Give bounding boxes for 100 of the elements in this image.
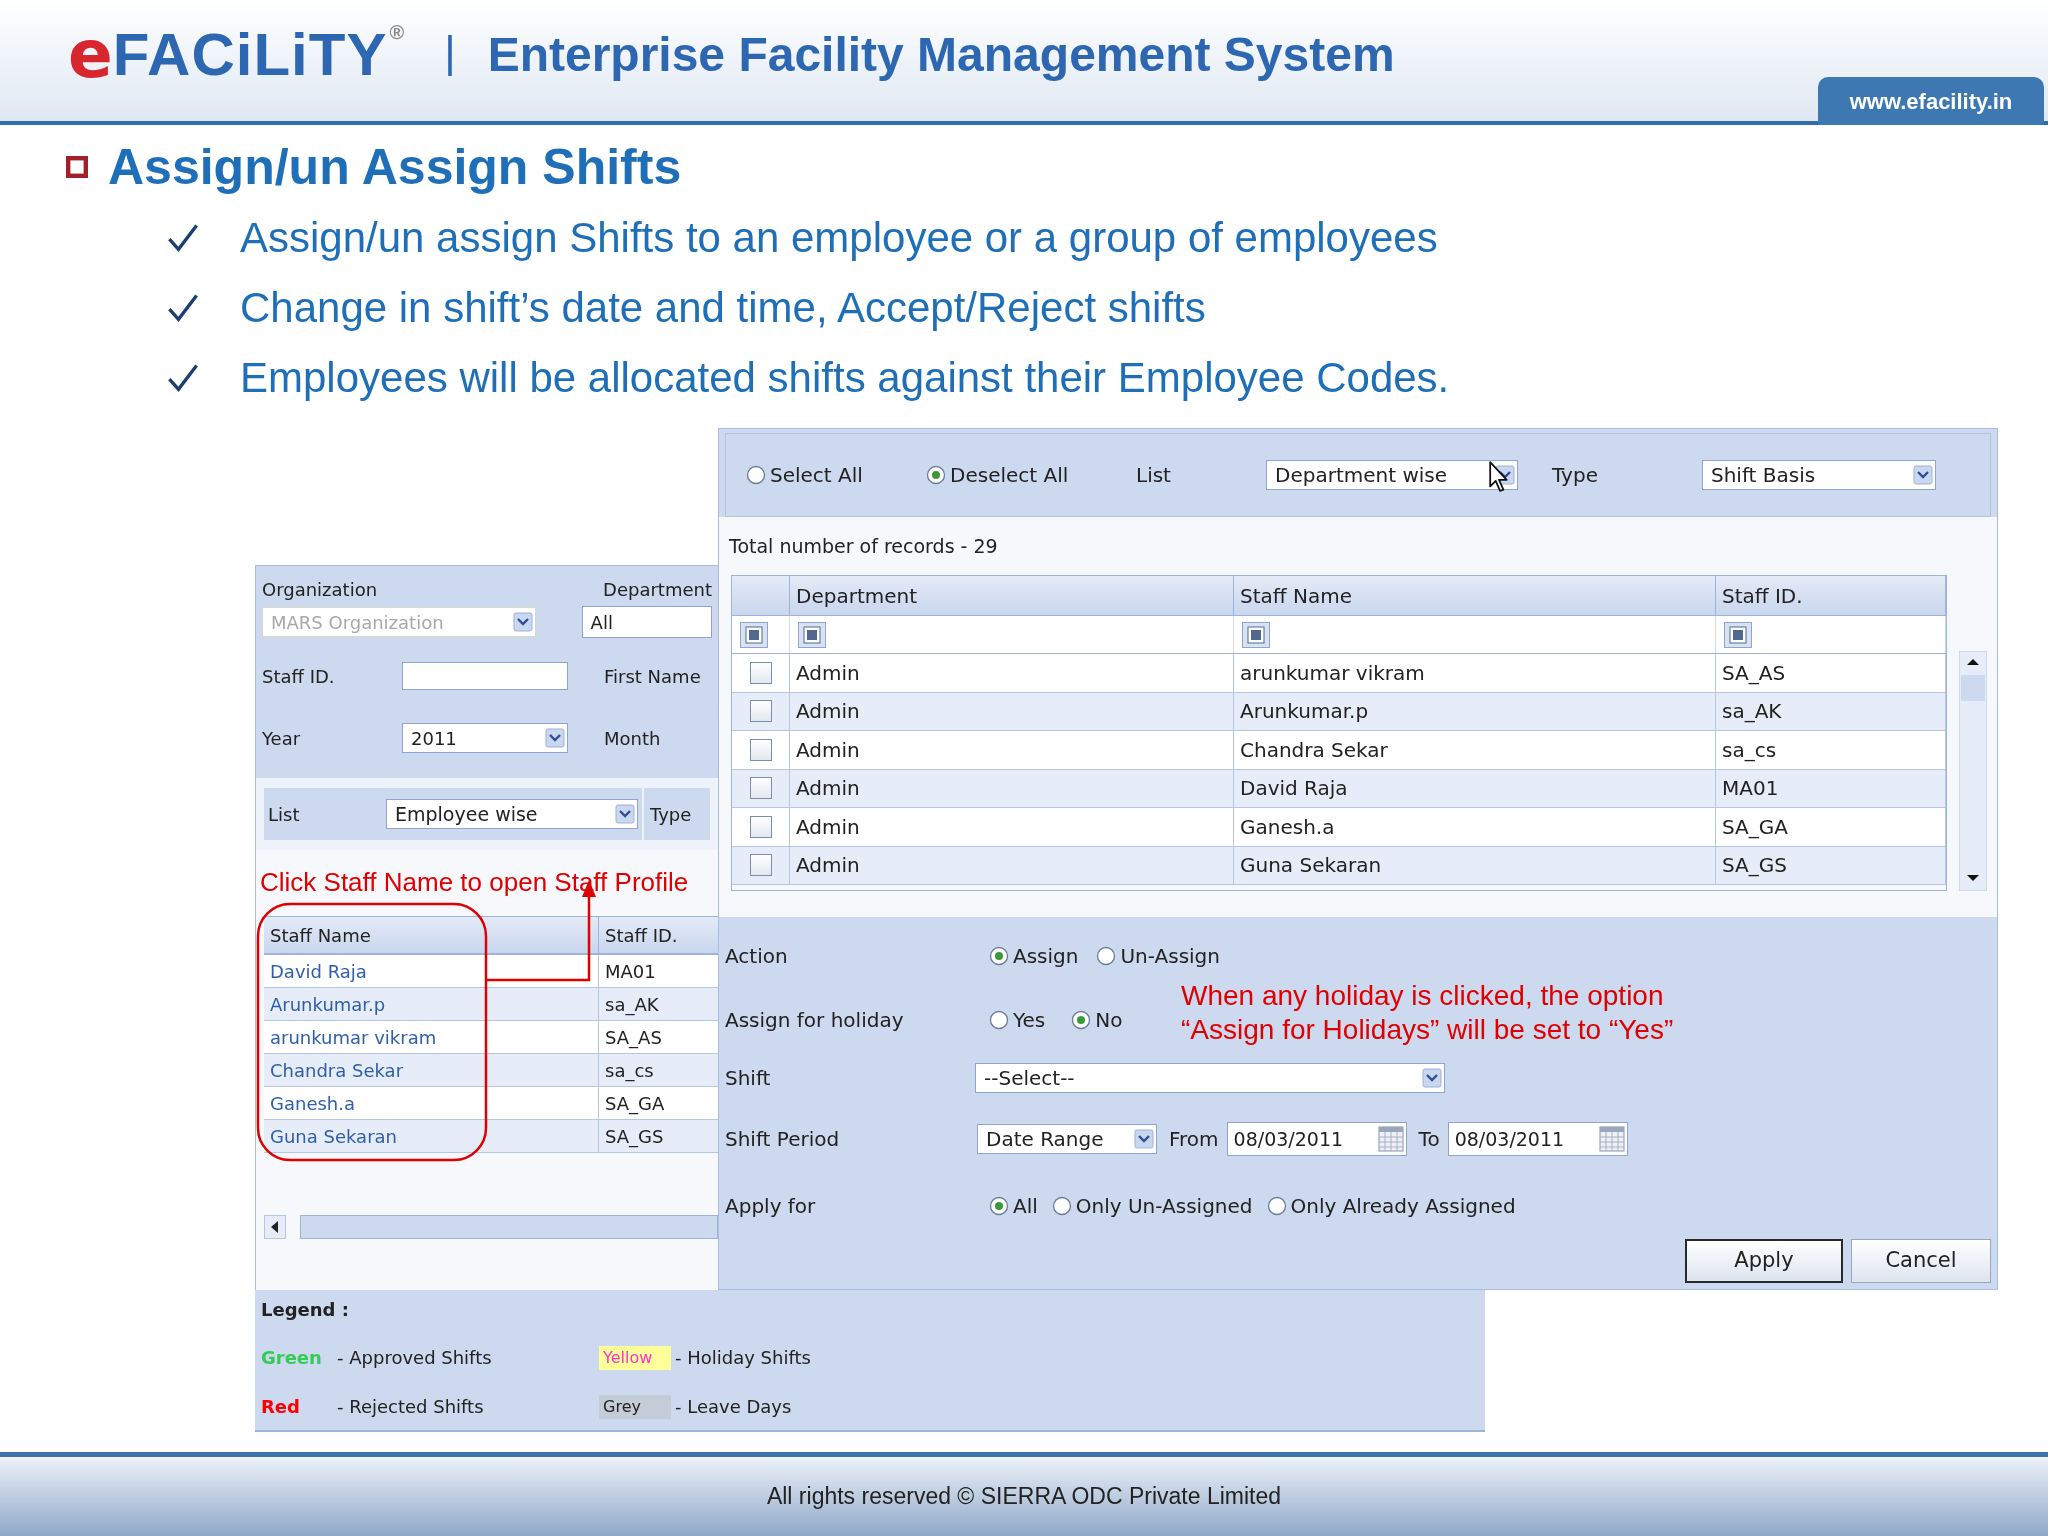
holiday-radio[interactable]: Yes xyxy=(989,1005,1046,1035)
field-label: To xyxy=(1418,1126,1440,1153)
list-select[interactable]: Department wise xyxy=(1266,460,1518,490)
row-checkbox[interactable] xyxy=(749,854,772,877)
table-cell: Admin xyxy=(790,731,1234,769)
date-field[interactable]: 08/03/2011 xyxy=(1226,1122,1407,1156)
column-header[interactable]: Staff ID. xyxy=(1716,576,1946,615)
header-divider: | xyxy=(444,26,456,78)
table-cell: SA_GA xyxy=(1716,808,1946,846)
table-cell: sa_AK xyxy=(1716,692,1946,730)
column-header[interactable]: Staff Name xyxy=(1234,576,1716,615)
apply-for-radio[interactable]: All xyxy=(989,1191,1038,1221)
field-label: From xyxy=(1169,1126,1219,1153)
annotation-text: When any holiday is clicked, the option xyxy=(1181,979,1665,1013)
table-cell: Admin xyxy=(790,846,1234,884)
table-cell: David Raja xyxy=(1234,769,1716,807)
action-radio[interactable]: Assign xyxy=(989,941,1079,971)
record-count: Total number of records - 29 xyxy=(728,533,999,559)
scroll-left-icon xyxy=(264,1215,286,1239)
apply-for-radio[interactable]: Only Already Assigned xyxy=(1266,1191,1516,1221)
field-label: Action xyxy=(725,943,789,970)
website-link[interactable]: www.efacility.in xyxy=(1818,77,2044,125)
list-select[interactable]: Employee wise xyxy=(386,799,638,829)
dropdown-caret-icon xyxy=(1422,1068,1442,1088)
field-label: Organization xyxy=(262,577,379,602)
select-radio[interactable]: Select All xyxy=(746,460,916,490)
row-checkbox[interactable] xyxy=(749,777,772,800)
field-label: Apply for xyxy=(725,1193,817,1220)
dropdown-caret-icon xyxy=(512,612,533,632)
radio-circle-icon[interactable] xyxy=(989,1010,1009,1030)
dropdown-caret-icon xyxy=(545,728,565,748)
legend-text: - Leave Days xyxy=(675,1395,792,1419)
horizontal-scrollbar[interactable] xyxy=(300,1215,718,1239)
radio-circle-icon[interactable] xyxy=(746,465,766,485)
table-cell: Guna Sekaran xyxy=(1234,846,1716,884)
filter-icon xyxy=(740,621,768,648)
table-cell: sa_cs xyxy=(1716,731,1946,769)
radio-circle-icon[interactable] xyxy=(989,946,1009,966)
bullet-text: Change in shift’s date and time, Accept/Reject shifts xyxy=(240,283,1206,333)
year-select[interactable]: 2011 xyxy=(402,723,568,753)
select-radio[interactable]: Deselect All xyxy=(926,460,1116,490)
table-cell-text: SA_AS xyxy=(604,1025,663,1051)
row-checkbox[interactable] xyxy=(749,815,772,838)
staff-name-link[interactable]: Arunkumar.p xyxy=(270,990,386,1018)
column-header[interactable]: Staff Name xyxy=(264,917,599,953)
radio-circle-icon[interactable] xyxy=(1051,1196,1072,1216)
date-field[interactable]: 08/03/2011 xyxy=(1447,1122,1628,1156)
period-select[interactable]: Date Range xyxy=(977,1124,1157,1154)
staff-id-field[interactable] xyxy=(402,662,568,690)
department-select[interactable]: All xyxy=(581,606,712,638)
table-cell: Chandra Sekar xyxy=(1234,731,1716,769)
legend-text: - Approved Shifts xyxy=(337,1346,492,1370)
dropdown-caret-icon xyxy=(1134,1129,1154,1149)
calendar-icon xyxy=(1377,1126,1404,1152)
staff-name-link[interactable]: Guna Sekaran xyxy=(270,1122,397,1150)
row-checkbox[interactable] xyxy=(749,738,772,761)
bullet-text: Employees will be allocated shifts against their Employee Codes. xyxy=(240,353,1450,403)
staff-name-link[interactable]: arunkumar vikram xyxy=(270,1023,437,1051)
staff-name-link[interactable]: Chandra Sekar xyxy=(270,1056,404,1084)
legend-text: - Holiday Shifts xyxy=(675,1346,811,1370)
dropdown-caret-icon xyxy=(1913,465,1933,485)
legend-color-label: Green xyxy=(261,1346,323,1370)
radio-circle-icon[interactable] xyxy=(926,465,946,485)
dropdown-caret-icon xyxy=(615,804,635,824)
table-cell: SA_GS xyxy=(1716,846,1946,884)
table-cell-text: sa_AK xyxy=(604,992,660,1018)
legend-text: - Rejected Shifts xyxy=(337,1395,484,1419)
table-cell-text: MA01 xyxy=(604,959,657,984)
shift-select[interactable]: --Select-- xyxy=(975,1063,1445,1093)
action-radio[interactable]: Un-Assign xyxy=(1096,941,1220,971)
legend-color-label: Yellow xyxy=(599,1345,671,1370)
holiday-radio[interactable]: No xyxy=(1071,1005,1123,1035)
staff-name-link[interactable]: Ganesh.a xyxy=(270,1089,355,1117)
column-header[interactable]: Staff ID. xyxy=(599,917,718,953)
row-checkbox[interactable] xyxy=(749,661,772,684)
staff-name-link[interactable]: David Raja xyxy=(270,957,367,985)
radio-circle-icon[interactable] xyxy=(1096,946,1117,966)
table-cell-text: SA_GA xyxy=(604,1091,666,1117)
apply-button[interactable]: Apply xyxy=(1685,1239,1843,1283)
radio-circle-icon[interactable] xyxy=(1266,1196,1287,1216)
table-cell-text: sa_cs xyxy=(604,1058,655,1084)
legend-title: Legend : xyxy=(261,1298,350,1322)
column-header[interactable]: Department xyxy=(790,576,1234,615)
cancel-button[interactable]: Cancel xyxy=(1851,1239,1991,1283)
type-select[interactable]: Shift Basis xyxy=(1702,460,1936,490)
radio-circle-icon[interactable] xyxy=(989,1196,1009,1216)
field-label: Assign for holiday xyxy=(725,1007,905,1034)
logo: eFACiLiTY® xyxy=(68,22,405,88)
footer-text: All rights reserved © SIERRA ODC Private Limited xyxy=(766,1482,1282,1512)
radio-circle-icon[interactable] xyxy=(1071,1010,1092,1030)
field-label: Type xyxy=(644,788,710,840)
row-checkbox[interactable] xyxy=(749,700,772,723)
apply-for-radio[interactable]: Only Un-Assigned xyxy=(1051,1191,1253,1221)
mouse-cursor-icon xyxy=(1488,460,1510,493)
bullet-text: Assign/un assign Shifts to an employee or a group of employees xyxy=(240,213,1438,263)
bullet-square-icon xyxy=(66,156,88,178)
table-cell: Arunkumar.p xyxy=(1234,692,1716,730)
field-label: Shift Period xyxy=(725,1126,841,1153)
table-cell-text: SA_GS xyxy=(604,1124,665,1150)
calendar-icon xyxy=(1598,1126,1625,1152)
